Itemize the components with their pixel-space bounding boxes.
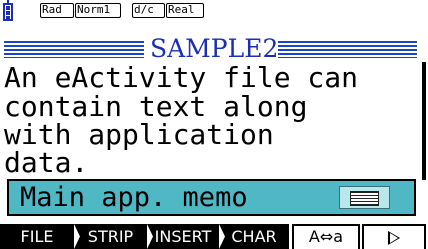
main-app-memo-strip[interactable]: Main app. memo xyxy=(7,179,416,216)
text-cursor xyxy=(422,62,426,180)
text-line[interactable]: An eActivity file can xyxy=(4,63,358,93)
angle-setting: Rad xyxy=(40,3,74,18)
strip-label: Main app. memo xyxy=(20,182,248,213)
title-bar: SAMPLE2 xyxy=(4,35,417,63)
function-key-menu: FILE STRIP INSERT CHAR A⇔a xyxy=(0,224,428,249)
right-arrow-icon xyxy=(388,231,400,245)
char-key[interactable]: CHAR xyxy=(219,224,289,249)
battery-icon xyxy=(3,0,13,21)
strip-key[interactable]: STRIP xyxy=(74,224,147,249)
title-rule-left xyxy=(4,41,144,58)
complex-setting: Real xyxy=(166,3,204,18)
display-setting: Norm1 xyxy=(75,3,121,18)
case-toggle-key[interactable]: A⇔a xyxy=(292,224,360,249)
insert-key[interactable]: INSERT xyxy=(147,224,219,249)
text-line[interactable]: data. xyxy=(4,148,88,178)
file-key[interactable]: FILE xyxy=(0,224,74,249)
status-bar: Rad Norm1 d/c Real xyxy=(0,0,428,34)
title-rule-right xyxy=(278,41,417,58)
memo-icon xyxy=(339,186,390,209)
fraction-setting: d/c xyxy=(132,3,165,18)
page-title: SAMPLE2 xyxy=(150,34,279,63)
next-menu-key[interactable] xyxy=(362,224,426,249)
